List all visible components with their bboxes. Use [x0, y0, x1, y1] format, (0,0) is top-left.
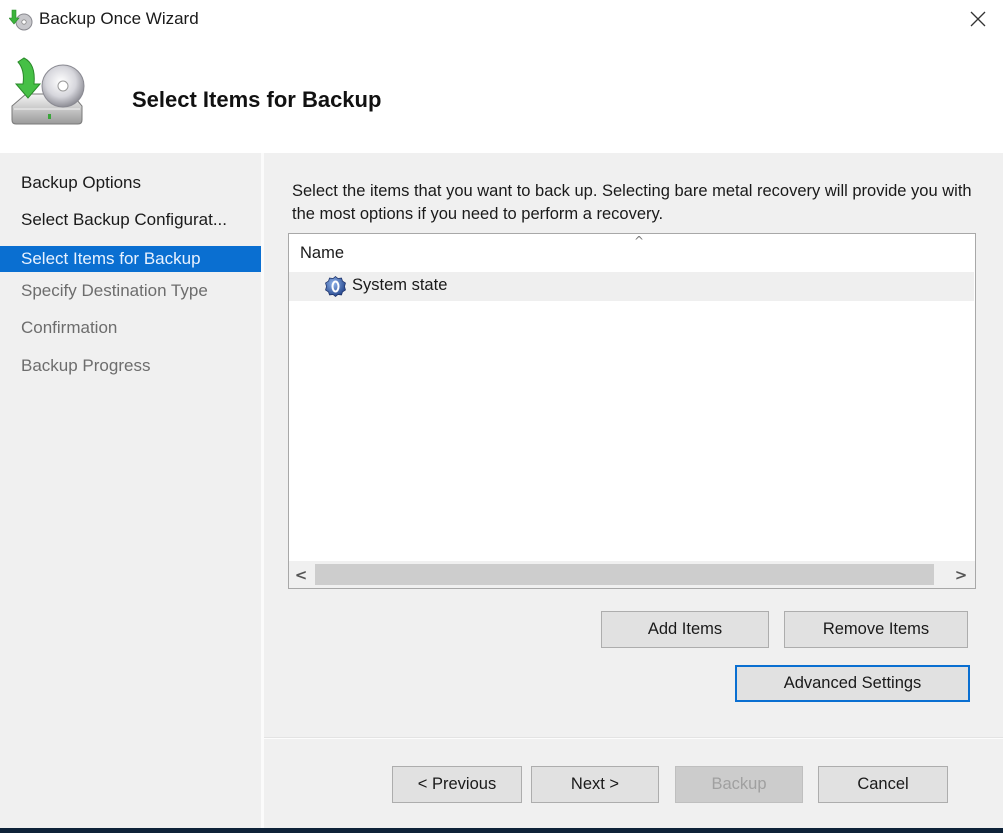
step-select-items-for-backup[interactable]: Select Items for Backup [0, 246, 261, 272]
scroll-left-button[interactable]: < [289, 561, 313, 588]
sort-ascending-icon: ^ [634, 234, 645, 248]
step-backup-options[interactable]: Backup Options [0, 170, 261, 196]
close-button[interactable] [958, 0, 998, 38]
window-title: Backup Once Wizard [39, 9, 199, 28]
column-header-name[interactable]: Name [300, 244, 344, 263]
add-items-button[interactable]: Add Items [601, 611, 769, 648]
step-specify-destination-type: Specify Destination Type [21, 281, 208, 300]
close-icon [970, 11, 986, 27]
backup-button: Backup [675, 766, 803, 803]
cancel-button[interactable]: Cancel [818, 766, 948, 803]
backup-wizard-icon [9, 9, 33, 31]
advanced-settings-button[interactable]: Advanced Settings [735, 665, 970, 702]
next-button[interactable]: Next > [531, 766, 659, 803]
step-select-backup-configuration[interactable]: Select Backup Configurat... [0, 207, 261, 233]
instructions-text: Select the items that you want to back u… [292, 182, 972, 223]
previous-button[interactable]: < Previous [392, 766, 522, 803]
step-backup-progress: Backup Progress [21, 356, 151, 375]
taskbar-edge [0, 828, 1003, 833]
item-label: System state [352, 276, 448, 294]
list-item[interactable]: System state [289, 272, 974, 301]
scroll-right-button[interactable]: > [949, 561, 973, 588]
footer-divider [264, 737, 1003, 739]
remove-items-button[interactable]: Remove Items [784, 611, 968, 648]
horizontal-scrollbar[interactable]: < > [289, 561, 975, 588]
backup-disk-icon [11, 57, 85, 125]
backup-items-list[interactable]: ^ Name System state < > [288, 233, 976, 589]
title-bar: Backup Once Wizard [0, 0, 1003, 40]
wizard-header: Select Items for Backup [0, 40, 1003, 153]
page-title: Select Items for Backup [132, 87, 382, 112]
system-state-icon [325, 276, 346, 297]
scrollbar-thumb[interactable] [315, 564, 934, 585]
step-confirmation: Confirmation [21, 318, 118, 337]
